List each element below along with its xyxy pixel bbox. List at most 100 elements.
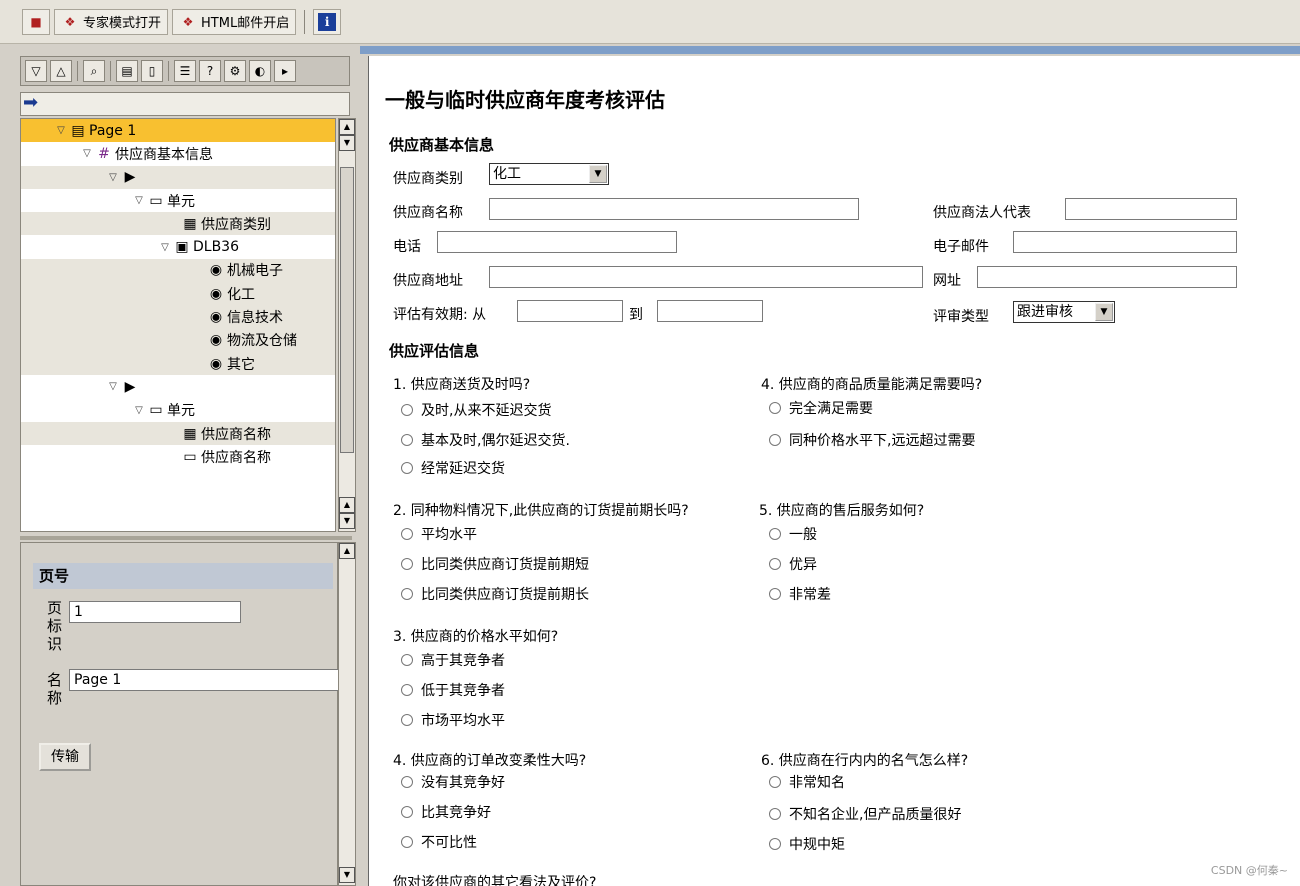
collapse-all-icon[interactable]: △ xyxy=(50,60,72,82)
email-input[interactable] xyxy=(1013,231,1237,253)
validity-to-input[interactable] xyxy=(657,300,763,322)
tree-node-unit[interactable]: ▽ ▭ 单元 xyxy=(21,399,335,422)
radio-icon[interactable] xyxy=(769,588,781,600)
help-icon[interactable]: ? xyxy=(199,60,221,82)
chevron-down-icon[interactable]: ▽ xyxy=(105,172,121,183)
supplier-name-input[interactable] xyxy=(489,198,859,220)
scroll-up-icon[interactable]: ▲ xyxy=(339,119,355,135)
scroll-up-icon[interactable]: ▲ xyxy=(339,497,355,513)
radio-option[interactable]: 平均水平 xyxy=(401,524,477,544)
chevron-down-icon[interactable]: ▽ xyxy=(131,405,147,416)
radio-icon[interactable] xyxy=(769,558,781,570)
tree-node-section[interactable]: ▽ # 供应商基本信息 xyxy=(21,142,335,165)
find-icon[interactable]: ⌕ xyxy=(83,60,105,82)
radio-icon[interactable] xyxy=(401,462,413,474)
radio-option[interactable]: 及时,从来不延迟交货 xyxy=(401,400,551,420)
radio-option[interactable]: 不可比性 xyxy=(401,832,477,852)
radio-option[interactable]: 一般 xyxy=(769,524,817,544)
radio-option[interactable]: 低于其竞争者 xyxy=(401,680,505,700)
page-icon[interactable]: ▯ xyxy=(141,60,163,82)
nav-icon[interactable]: ◐ xyxy=(249,60,271,82)
page-id-input[interactable]: 1 xyxy=(69,601,241,623)
scroll-down-icon[interactable]: ▼ xyxy=(339,135,355,151)
radio-icon[interactable] xyxy=(401,714,413,726)
radio-icon[interactable] xyxy=(769,434,781,446)
tree-node-page[interactable]: ▽ ▤ Page 1 xyxy=(21,119,335,143)
radio-icon[interactable] xyxy=(401,558,413,570)
radio-icon[interactable] xyxy=(401,836,413,848)
html-mail-button[interactable]: ❖ HTML邮件开启 xyxy=(172,8,297,35)
radio-option[interactable]: 非常知名 xyxy=(769,772,845,792)
chevron-down-icon[interactable]: ▼ xyxy=(589,165,607,183)
tree-node-option[interactable]: ◉ 其它 xyxy=(21,351,335,376)
radio-option[interactable]: 比其竞争好 xyxy=(401,802,491,822)
phone-input[interactable] xyxy=(437,231,677,253)
radio-icon[interactable] xyxy=(769,838,781,850)
scroll-up-icon[interactable]: ▲ xyxy=(339,543,355,559)
chevron-down-icon[interactable]: ▽ xyxy=(53,125,69,136)
radio-option[interactable]: 经常延迟交货 xyxy=(401,458,505,478)
print-button[interactable]: ■ xyxy=(22,8,50,35)
transfer-button[interactable]: 传输 xyxy=(39,743,91,771)
radio-option[interactable]: 同种价格水平下,远远超过需要 xyxy=(769,430,975,450)
tree-node-option[interactable]: ◉ 物流及仓储 xyxy=(21,328,335,352)
chevron-down-icon[interactable]: ▽ xyxy=(79,148,95,159)
scroll-down-icon[interactable]: ▼ xyxy=(339,513,355,529)
radio-icon[interactable] xyxy=(401,654,413,666)
radio-icon[interactable] xyxy=(401,528,413,540)
radio-icon[interactable] xyxy=(401,404,413,416)
radio-icon[interactable] xyxy=(401,434,413,446)
properties-icon[interactable]: ⚙ xyxy=(224,60,246,82)
chevron-down-icon[interactable]: ▽ xyxy=(157,242,173,253)
scroll-down-icon[interactable]: ▼ xyxy=(339,867,355,883)
radio-option[interactable]: 基本及时,偶尔延迟交货. xyxy=(401,430,570,450)
chevron-down-icon[interactable]: ▼ xyxy=(1095,303,1113,321)
chevron-down-icon[interactable]: ▽ xyxy=(131,195,147,206)
radio-icon[interactable] xyxy=(769,528,781,540)
category-select[interactable]: 化工 ▼ xyxy=(489,163,609,185)
radio-icon[interactable] xyxy=(401,776,413,788)
more-icon[interactable]: ▸ xyxy=(274,60,296,82)
panel-splitter[interactable] xyxy=(20,536,352,540)
scroll-thumb[interactable] xyxy=(340,167,354,453)
radio-icon[interactable] xyxy=(401,588,413,600)
radio-option[interactable]: 没有其竞争好 xyxy=(401,772,505,792)
tree-node-group[interactable]: ▽ ▶ xyxy=(21,165,335,189)
tree-node-textbox[interactable]: ▭ 供应商名称 xyxy=(21,445,335,468)
radio-icon[interactable] xyxy=(769,402,781,414)
info-button[interactable]: i xyxy=(313,8,342,35)
tree-node-option[interactable]: ◉ 化工 xyxy=(21,282,335,306)
page-name-input[interactable]: Page 1 xyxy=(69,669,339,691)
radio-option[interactable]: 完全满足需要 xyxy=(769,398,873,418)
radio-icon[interactable] xyxy=(401,684,413,696)
website-input[interactable] xyxy=(977,266,1237,288)
radio-option[interactable]: 高于其竞争者 xyxy=(401,650,505,670)
expand-all-icon[interactable]: ▽ xyxy=(25,60,47,82)
tree-node-field[interactable]: ▦ 供应商类别 xyxy=(21,212,335,236)
chevron-down-icon[interactable]: ▽ xyxy=(105,381,121,392)
legal-rep-input[interactable] xyxy=(1065,198,1237,220)
radio-option[interactable]: 中规中矩 xyxy=(769,834,845,854)
radio-option[interactable]: 优异 xyxy=(769,554,817,574)
tree-node-option[interactable]: ◉ 机械电子 xyxy=(21,258,335,283)
tree-node-field[interactable]: ▦ 供应商名称 xyxy=(21,421,335,446)
radio-icon[interactable] xyxy=(769,776,781,788)
document-icon[interactable]: ☰ xyxy=(174,60,196,82)
radio-option[interactable]: 市场平均水平 xyxy=(401,710,505,730)
radio-icon[interactable] xyxy=(401,806,413,818)
tree-node-dropdown[interactable]: ▽ ▣ DLB36 xyxy=(21,235,335,258)
review-type-select[interactable]: 跟进审核 ▼ xyxy=(1013,301,1115,323)
tree-scrollbar[interactable]: ▲ ▼ ▲ ▼ xyxy=(338,118,356,532)
address-input[interactable] xyxy=(489,266,923,288)
arrow-right-icon[interactable]: ➡ xyxy=(23,92,38,113)
radio-option[interactable]: 非常差 xyxy=(769,584,831,604)
radio-option[interactable]: 不知名企业,但产品质量很好 xyxy=(769,804,961,824)
tree-node-unit[interactable]: ▽ ▭ 单元 xyxy=(21,189,335,212)
expert-mode-button[interactable]: ❖ 专家模式打开 xyxy=(54,8,169,35)
radio-option[interactable]: 比同类供应商订货提前期长 xyxy=(401,584,589,604)
properties-scrollbar[interactable]: ▲ ▼ xyxy=(338,542,356,886)
tree-node-group[interactable]: ▽ ▶ xyxy=(21,375,335,398)
radio-option[interactable]: 比同类供应商订货提前期短 xyxy=(401,554,589,574)
print-tree-icon[interactable]: ▤ xyxy=(116,60,138,82)
tree-node-option[interactable]: ◉ 信息技术 xyxy=(21,305,335,329)
